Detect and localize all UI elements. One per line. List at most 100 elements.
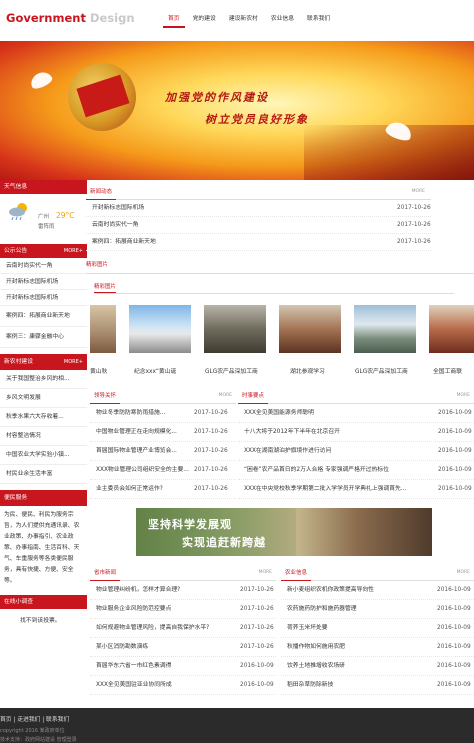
nav-contact[interactable]: 联系我们	[302, 12, 335, 28]
province-row[interactable]: 物业服务企业风险防范控要点 2017-10-26	[90, 600, 276, 619]
agri-row-date: 2016-10-09	[437, 682, 471, 688]
news-row[interactable]: 云南时尚实代一角 2017-10-26	[86, 217, 431, 234]
leaders-row[interactable]: XXX物业管理公司组织安全的主要... 2017-10-26	[90, 461, 236, 480]
province-row[interactable]: 某小区消防勘数演练 2017-10-26	[90, 638, 276, 657]
news-header: 新闻动态 MORE	[86, 184, 431, 200]
gallery-photo[interactable]	[354, 305, 416, 353]
province-row-title[interactable]: 某小区消防勘数演练	[96, 638, 241, 657]
leaders-more-link[interactable]: MORE	[219, 393, 232, 398]
agri-row[interactable]: 稻田杂草防除新技 2016-10-09	[281, 676, 474, 695]
village-item[interactable]: 关于我国整治乡风的相...	[0, 370, 87, 389]
province-row-date: 2017-10-26	[240, 606, 274, 612]
agri-row-title[interactable]: 稻田杂草防除新技	[287, 676, 427, 695]
current-row-title[interactable]: XXX在中央党校秋季学期第二批入学学员开学典礼上强调首先...	[244, 480, 434, 499]
agri-row-title[interactable]: 新小麦组织农机你政策提高导向性	[287, 581, 427, 600]
nav-new-countryside[interactable]: 建设新农村	[224, 12, 263, 28]
village-item[interactable]: 秋季水果六大存收着...	[0, 408, 87, 427]
agri-row[interactable]: 新小麦组织农机你政策提高导向性 2016-10-09	[281, 581, 474, 600]
gallery-caption[interactable]: 湖北参观学习	[290, 366, 325, 375]
current-box: 时事要点 MORE XXX全见美国能源务师聪明 2016-10-09 十八大将于…	[238, 388, 474, 499]
province-row-title[interactable]: 物业管理纠纷机，怎样才算合理?	[96, 581, 241, 600]
news-more-link[interactable]: MORE	[412, 189, 425, 194]
footer-links[interactable]: 首页 | 走进我们 | 联系我们	[0, 714, 69, 723]
agri-row[interactable]: 农药施药防护和施药器管理 2016-10-09	[281, 600, 474, 619]
gallery-caption[interactable]: 黄山秋	[90, 366, 107, 375]
leaders-row-title[interactable]: 物业冬季防防寒防雨措施...	[96, 404, 192, 423]
gallery-caption[interactable]: 全国工商联	[433, 366, 462, 375]
village-item[interactable]: 村民业余生活丰富	[0, 465, 87, 484]
agri-row-title[interactable]: 秋播作物如何施用农肥	[287, 638, 427, 657]
gallery-caption[interactable]: GLG农产品深加工商	[205, 366, 258, 375]
province-row-title[interactable]: 物业服务企业风险防范控要点	[96, 600, 241, 619]
agri-box: 农业信息 MORE 新小麦组织农机你政策提高导向性 2016-10-09 农药施…	[281, 565, 474, 695]
gallery-photo[interactable]	[204, 305, 266, 353]
agri-row[interactable]: 秋播作物如何施用农肥 2016-10-09	[281, 638, 474, 657]
agri-row[interactable]: 荷荞玉米坏处要 2016-10-09	[281, 619, 474, 638]
province-row[interactable]: XXX全见美国驻亚业协同所成 2016-10-09	[90, 676, 276, 695]
announce-item[interactable]: 开封新标志国际机场	[0, 274, 87, 290]
gallery-photo[interactable]	[279, 305, 341, 353]
current-row[interactable]: XXX在湖南湖泊护旗境作进行访问 2016-10-09	[238, 442, 474, 461]
nav-party-building[interactable]: 党的建设	[188, 12, 221, 28]
gallery-caption[interactable]: 纪念xxx“黄山诞	[134, 366, 176, 375]
leaders-row-title[interactable]: XXX物业管理公司组织安全的主要...	[96, 461, 192, 480]
announce-item[interactable]: 开封新标志国际机场	[0, 290, 87, 306]
agri-row-title[interactable]: 农药施药防护和施药器管理	[287, 600, 427, 619]
village-item[interactable]: 乡风文明发展	[0, 389, 87, 408]
leaders-row-title[interactable]: 首届国际物业管理产业博览会...	[96, 442, 192, 461]
nav-home[interactable]: 首页	[163, 12, 185, 28]
leaders-row[interactable]: 业主委员会如何正常运作? 2017-10-26	[90, 480, 236, 499]
announce-item[interactable]: 案例三：康骤金融中心	[0, 327, 87, 348]
village-item[interactable]: 村容整洁情况	[0, 427, 87, 446]
news-row[interactable]: 开封新标志国际机场 2017-10-26	[86, 200, 431, 217]
agri-title: 农业信息	[281, 565, 312, 581]
current-row-title[interactable]: “困卷”农产品首日的2万人合格 专家强调严格开过热标位	[244, 461, 434, 480]
agri-more-link[interactable]: MORE	[457, 570, 470, 575]
gallery-photo[interactable]	[429, 305, 474, 353]
agri-row[interactable]: 饮养土地推增收农场研 2016-10-09	[281, 657, 474, 676]
leaders-row-title[interactable]: 业主委员会如何正常运作?	[96, 480, 192, 499]
logo-text-secondary: Design	[89, 11, 135, 25]
current-row-title[interactable]: XXX在湖南湖泊护旗境作进行访问	[244, 442, 434, 461]
current-row[interactable]: 十八大将于2012年下半年在北京召开 2016-10-09	[238, 423, 474, 442]
current-row[interactable]: XXX全见美国能源务师聪明 2016-10-09	[238, 404, 474, 423]
province-row[interactable]: 首届华东六省一市红色素调得 2016-10-09	[90, 657, 276, 676]
province-more-link[interactable]: MORE	[259, 570, 272, 575]
news-row[interactable]: 案例四：拓展商业新天地 2017-10-26	[86, 234, 431, 251]
province-title: 省市新闻	[90, 565, 121, 581]
current-row[interactable]: XXX在中央党校秋季学期第二批入学学员开学典礼上强调首先... 2016-10-…	[238, 480, 474, 499]
news-row-title[interactable]: 开封新标志国际机场	[92, 200, 272, 217]
leaders-row[interactable]: 中国物业管理正在走向规模化... 2017-10-26	[90, 423, 236, 442]
gallery-photo[interactable]	[90, 305, 116, 353]
current-row[interactable]: “困卷”农产品首日的2万人合格 专家强调严格开过热标位 2016-10-09	[238, 461, 474, 480]
announce-item[interactable]: 案例四：拓展商业新天地	[0, 306, 87, 327]
agri-row-title[interactable]: 饮养土地推增收农场研	[287, 657, 427, 676]
leaders-row-title[interactable]: 中国物业管理正在走向规模化...	[96, 423, 192, 442]
gallery-photo[interactable]	[129, 305, 191, 353]
announce-item[interactable]: 云南时尚实代一角	[0, 258, 87, 274]
nav-agri-info[interactable]: 农业信息	[266, 12, 299, 28]
province-row-title[interactable]: 如何规避物业管理风险，提高自我保护水平?	[96, 619, 241, 638]
village-title: 新农村建设	[4, 359, 33, 365]
gallery-tab[interactable]: 精彩图片	[86, 260, 108, 268]
agri-row-title[interactable]: 荷荞玉米坏处要	[287, 619, 427, 638]
news-row-title[interactable]: 案例四：拓展商业新天地	[92, 234, 272, 251]
leaders-row-date: 2017-10-26	[194, 486, 228, 492]
current-row-title[interactable]: 十八大将于2012年下半年在北京召开	[244, 423, 434, 442]
footer-support[interactable]: 技术支持：政府网站建设 管理登录	[0, 736, 77, 743]
province-row[interactable]: 如何规避物业管理风险，提高自我保护水平? 2017-10-26	[90, 619, 276, 638]
leaders-row[interactable]: 物业冬季防防寒防雨措施... 2017-10-26	[90, 404, 236, 423]
province-row-title[interactable]: 首届华东六省一市红色素调得	[96, 657, 241, 676]
village-item[interactable]: 中国农业大学实验小镇...	[0, 446, 87, 465]
current-more-link[interactable]: MORE	[457, 393, 470, 398]
province-row-title[interactable]: XXX全见美国驻亚业协同所成	[96, 676, 241, 695]
site-logo[interactable]: Government Design	[6, 11, 135, 25]
slogan-banner[interactable]: 坚持科学发展观 实现追赶新跨越	[136, 508, 432, 556]
current-row-title[interactable]: XXX全见美国能源务师聪明	[244, 404, 434, 423]
province-row[interactable]: 物业管理纠纷机，怎样才算合理? 2017-10-26	[90, 581, 276, 600]
announce-more-link[interactable]: MORE+	[64, 244, 83, 258]
gallery-caption[interactable]: GLG农产品深加工商	[355, 366, 408, 375]
village-more-link[interactable]: MORE+	[64, 354, 83, 370]
news-row-title[interactable]: 云南时尚实代一角	[92, 217, 272, 234]
leaders-row[interactable]: 首届国际物业管理产业博览会... 2017-10-26	[90, 442, 236, 461]
